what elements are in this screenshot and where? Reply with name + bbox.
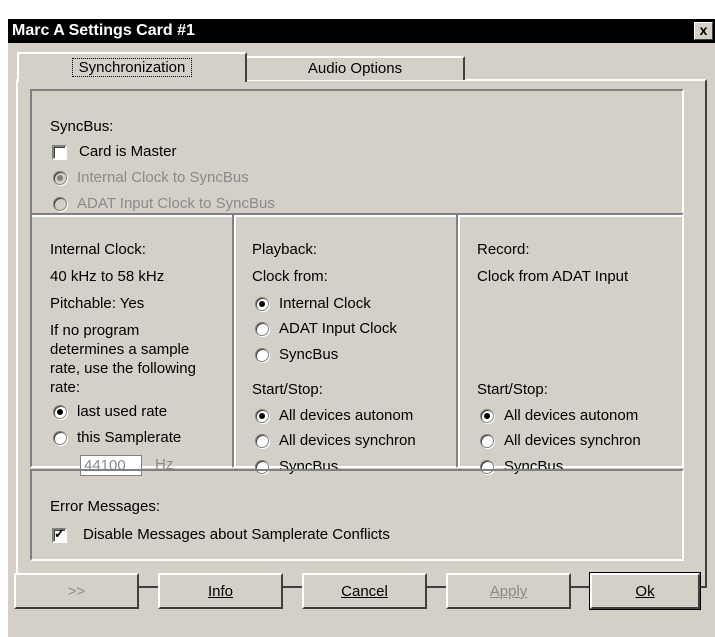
tab-synchronization[interactable]: Synchronization <box>17 52 247 82</box>
playback-autonom-label: All devices autonom <box>279 407 414 424</box>
internal-clock-to-syncbus-label: Internal Clock to SyncBus <box>77 169 249 186</box>
this-samplerate-radio[interactable] <box>53 431 67 445</box>
last-used-rate-radio[interactable] <box>53 405 67 419</box>
card-is-master-label: Card is Master <box>79 143 177 160</box>
record-clock-text: Clock from ADAT Input <box>477 268 629 285</box>
close-button[interactable]: x <box>694 22 713 40</box>
ok-button[interactable]: Ok <box>589 572 701 610</box>
apply-button[interactable]: Apply <box>446 573 571 609</box>
tab-audio-options[interactable]: Audio Options <box>245 56 465 80</box>
pitchable-text: Pitchable: Yes <box>50 295 145 312</box>
tab-synchronization-label: Synchronization <box>71 58 193 77</box>
info-button-label: Info <box>207 583 234 600</box>
adat-clock-to-syncbus-label: ADAT Input Clock to SyncBus <box>77 195 275 212</box>
record-autonom-radio[interactable] <box>480 409 494 423</box>
record-synchron-label: All devices synchron <box>504 432 641 449</box>
internal-clock-to-syncbus-radio[interactable] <box>53 171 67 185</box>
playback-synchron-radio[interactable] <box>255 434 269 448</box>
tab-audio-options-label: Audio Options <box>307 60 403 77</box>
playback-heading: Playback: <box>252 241 318 258</box>
radio-selected-dot <box>259 301 265 307</box>
adat-clock-to-syncbus-radio[interactable] <box>53 197 67 211</box>
samplerate-description-line: rate, use the following <box>50 360 196 377</box>
samplerate-description-line: determines a sample <box>50 341 190 358</box>
cancel-button[interactable]: Cancel <box>302 573 427 609</box>
radio-selected-dot <box>57 175 63 181</box>
cancel-button-label: Cancel <box>341 583 388 600</box>
playback-autonom-radio[interactable] <box>255 409 269 423</box>
error-messages-heading: Error Messages: <box>50 498 161 515</box>
playback-synchron-label: All devices synchron <box>279 432 416 449</box>
record-start-stop: Start/Stop: <box>477 381 548 398</box>
card-is-master-checkbox[interactable] <box>52 145 67 160</box>
internal-clock-heading: Internal Clock: <box>50 241 146 258</box>
playback-internal-clock-label: Internal Clock <box>279 295 371 312</box>
radio-selected-dot <box>484 413 490 419</box>
info-button[interactable]: Info <box>158 573 283 609</box>
title-bar: Marc A Settings Card #1 x <box>8 19 715 43</box>
playback-adat-clock-label: ADAT Input Clock <box>279 320 397 337</box>
playback-clock-from: Clock from: <box>252 268 328 285</box>
record-synchron-radio[interactable] <box>480 434 494 448</box>
error-messages-group <box>30 469 684 561</box>
playback-syncbus-clock-label: SyncBus <box>279 346 339 363</box>
internal-clock-range: 40 kHz to 58 kHz <box>50 268 165 285</box>
more-button[interactable]: >> <box>14 573 139 609</box>
ok-button-label: Ok <box>635 583 655 600</box>
radio-selected-dot <box>57 409 63 415</box>
last-used-rate-label: last used rate <box>77 403 168 420</box>
playback-adat-clock-radio[interactable] <box>255 322 269 336</box>
playback-start-stop: Start/Stop: <box>252 381 323 398</box>
playback-internal-clock-radio[interactable] <box>255 297 269 311</box>
samplerate-description-line: rate: <box>50 379 81 396</box>
record-heading: Record: <box>477 241 530 258</box>
checkmark-icon: ✓ <box>54 526 65 541</box>
disable-messages-checkbox[interactable]: ✓ <box>52 526 67 543</box>
this-samplerate-label: this Samplerate <box>77 429 182 446</box>
samplerate-description-line: If no program <box>50 322 140 339</box>
radio-selected-dot <box>259 413 265 419</box>
apply-button-label: Apply <box>489 583 528 600</box>
playback-syncbus-clock-radio[interactable] <box>255 348 269 362</box>
syncbus-heading: SyncBus: <box>50 118 114 135</box>
record-autonom-label: All devices autonom <box>504 407 639 424</box>
disable-messages-label: Disable Messages about Samplerate Confli… <box>83 526 390 543</box>
window-title: Marc A Settings Card #1 <box>12 22 195 39</box>
